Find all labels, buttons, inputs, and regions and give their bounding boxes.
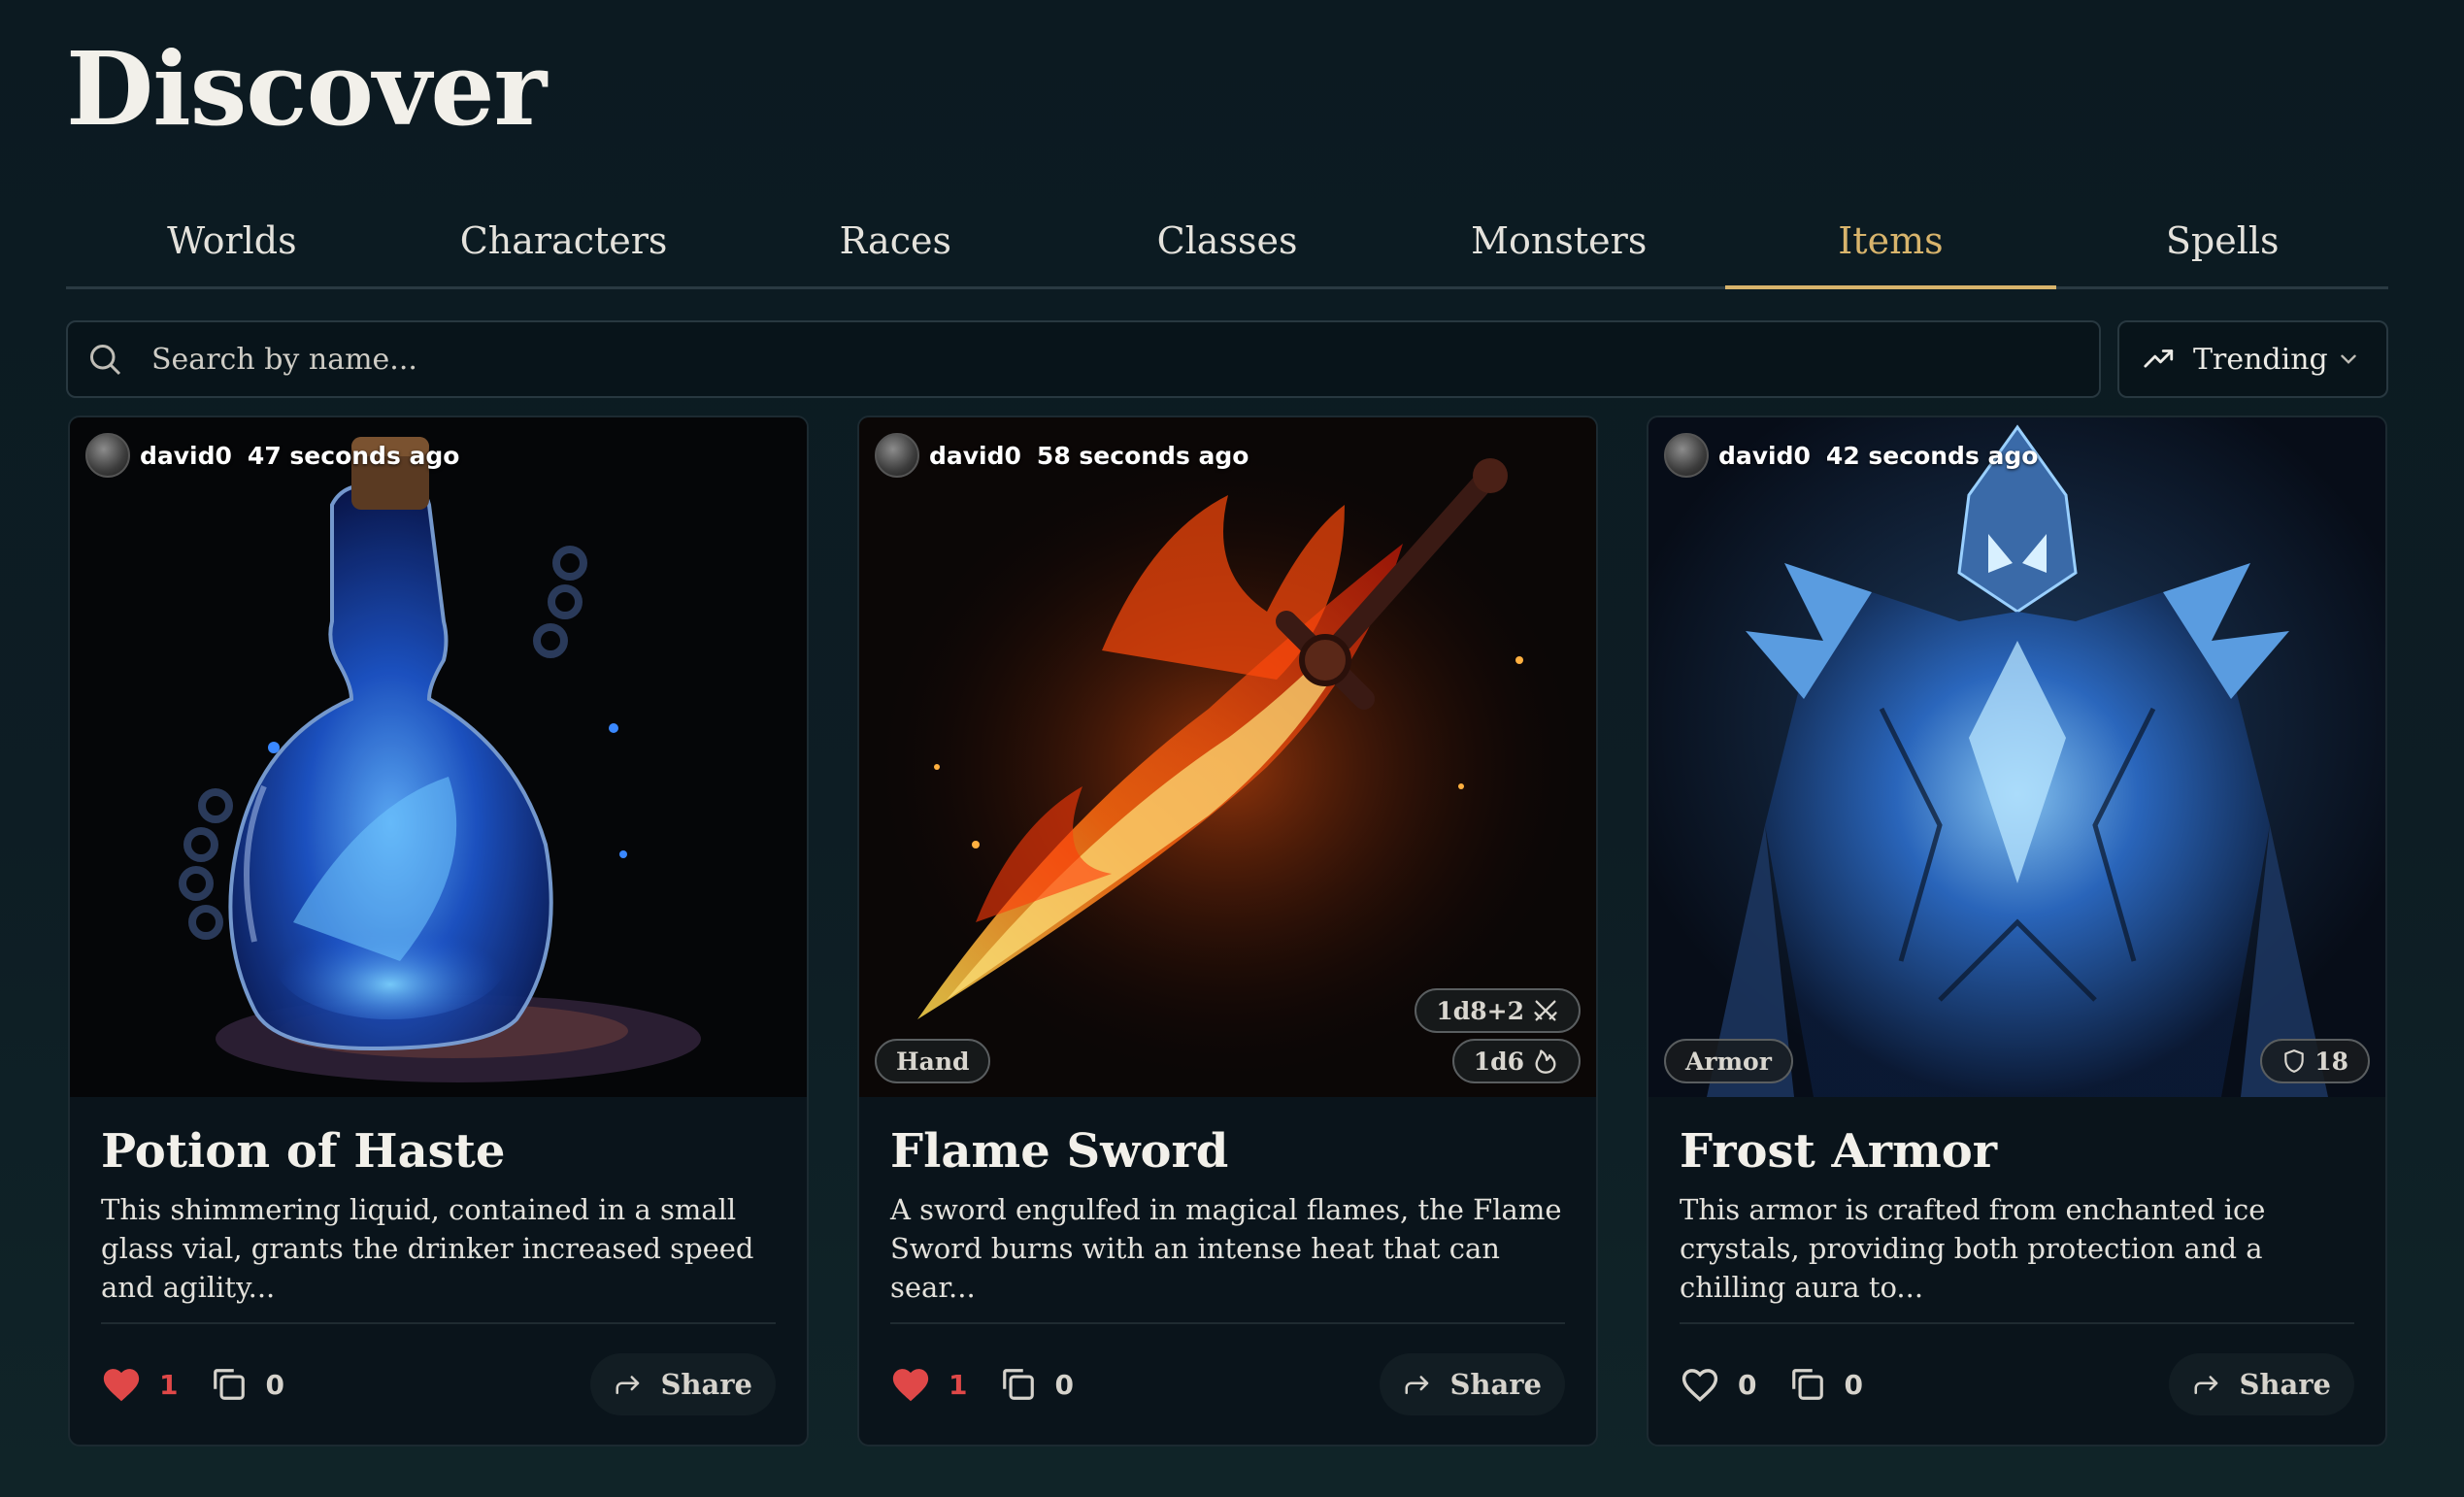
search-input[interactable] [122, 322, 2099, 396]
search-box [66, 320, 2101, 398]
copy-button[interactable]: 0 [1000, 1366, 1074, 1403]
share-label: Share [2239, 1368, 2331, 1401]
like-count: 0 [1738, 1368, 1757, 1401]
armor-class-badge: 18 [2260, 1039, 2370, 1083]
share-button[interactable]: Share [1380, 1353, 1565, 1415]
shield-icon [2281, 1048, 2307, 1074]
avatar[interactable] [1664, 433, 1709, 478]
search-icon [87, 342, 122, 377]
tab-races[interactable]: Races [729, 194, 1061, 286]
page-title: Discover [66, 29, 547, 149]
card-title[interactable]: Potion of Haste [101, 1124, 505, 1179]
copy-icon [211, 1366, 248, 1403]
like-count: 1 [949, 1368, 968, 1401]
blue-potion-bottle-image [70, 417, 807, 1097]
share-arrow-icon [1403, 1370, 1432, 1399]
card-image [70, 417, 807, 1097]
card-title[interactable]: Flame Sword [890, 1124, 1228, 1179]
type-badge-label: Hand [896, 1047, 970, 1076]
author-name[interactable]: david0 [1718, 442, 1811, 470]
category-tabs: Worlds Characters Races Classes Monsters… [66, 194, 2388, 289]
extra-damage-label: 1d6 [1473, 1047, 1524, 1076]
type-badge-label: Armor [1685, 1047, 1772, 1076]
card-author-meta: david0 58 seconds ago [875, 433, 1249, 478]
copy-button[interactable]: 0 [1789, 1366, 1863, 1403]
sort-label: Trending [2193, 342, 2328, 377]
tab-classes[interactable]: Classes [1061, 194, 1393, 286]
share-arrow-icon [2192, 1370, 2221, 1399]
avatar[interactable] [85, 433, 130, 478]
post-time: 58 seconds ago [1036, 441, 1249, 470]
item-card-potion-of-haste[interactable]: david0 47 seconds ago Potion of Haste Th… [68, 416, 809, 1447]
crossed-swords-icon [1532, 997, 1559, 1024]
card-image [1648, 417, 2385, 1097]
item-card-frost-armor[interactable]: david0 42 seconds ago Armor 18 Frost Arm… [1647, 416, 2387, 1447]
card-footer: 1 0 Share [101, 1353, 776, 1415]
divider [101, 1322, 776, 1324]
extra-damage-badge: 1d6 [1451, 1039, 1581, 1083]
divider [890, 1322, 1565, 1324]
share-button[interactable]: Share [2169, 1353, 2354, 1415]
author-name[interactable]: david0 [140, 442, 232, 470]
type-badge: Armor [1664, 1039, 1793, 1083]
card-author-meta: david0 47 seconds ago [85, 433, 459, 478]
like-button[interactable]: 0 [1680, 1366, 1756, 1403]
card-footer: 1 0 Share [890, 1353, 1565, 1415]
card-author-meta: david0 42 seconds ago [1664, 433, 2038, 478]
sort-dropdown[interactable]: Trending [2117, 320, 2388, 398]
author-name[interactable]: david0 [929, 442, 1021, 470]
copy-button[interactable]: 0 [211, 1366, 284, 1403]
chevron-down-icon [2336, 347, 2361, 372]
share-label: Share [1449, 1368, 1542, 1401]
copy-count: 0 [265, 1368, 284, 1401]
type-badge: Hand [875, 1039, 991, 1083]
heart-icon [890, 1366, 931, 1403]
item-card-flame-sword[interactable]: david0 58 seconds ago Hand 1d8+2 1d6 Fla… [857, 416, 1598, 1447]
like-count: 1 [159, 1368, 179, 1401]
card-description: This shimmering liquid, contained in a s… [101, 1193, 754, 1304]
share-label: Share [660, 1368, 752, 1401]
like-button[interactable]: 1 [890, 1366, 967, 1403]
trending-up-icon [2143, 343, 2176, 376]
copy-icon [1000, 1366, 1037, 1403]
like-button[interactable]: 1 [101, 1366, 178, 1403]
post-time: 42 seconds ago [1825, 441, 2039, 470]
damage-badge-label: 1d8+2 [1436, 996, 1524, 1025]
post-time: 47 seconds ago [247, 441, 460, 470]
fire-icon [1532, 1048, 1559, 1075]
tab-characters[interactable]: Characters [398, 194, 730, 286]
armor-class-value: 18 [2314, 1047, 2348, 1076]
damage-badge: 1d8+2 [1415, 988, 1581, 1033]
ice-armor-image [1648, 417, 2385, 1097]
tab-worlds[interactable]: Worlds [66, 194, 398, 286]
avatar[interactable] [875, 433, 919, 478]
share-button[interactable]: Share [590, 1353, 776, 1415]
tab-items[interactable]: Items [1724, 194, 2057, 289]
copy-icon [1789, 1366, 1826, 1403]
tab-spells[interactable]: Spells [2056, 194, 2388, 286]
card-description: This armor is crafted from enchanted ice… [1680, 1193, 2266, 1304]
card-description: A sword engulfed in magical flames, the … [890, 1193, 1562, 1304]
copy-count: 0 [1054, 1368, 1074, 1401]
tab-monsters[interactable]: Monsters [1393, 194, 1725, 286]
heart-outline-icon [1680, 1366, 1720, 1403]
card-title[interactable]: Frost Armor [1680, 1124, 1997, 1179]
divider [1680, 1322, 2354, 1324]
share-arrow-icon [614, 1370, 643, 1399]
copy-count: 0 [1844, 1368, 1863, 1401]
heart-icon [101, 1366, 142, 1403]
card-footer: 0 0 Share [1680, 1353, 2354, 1415]
